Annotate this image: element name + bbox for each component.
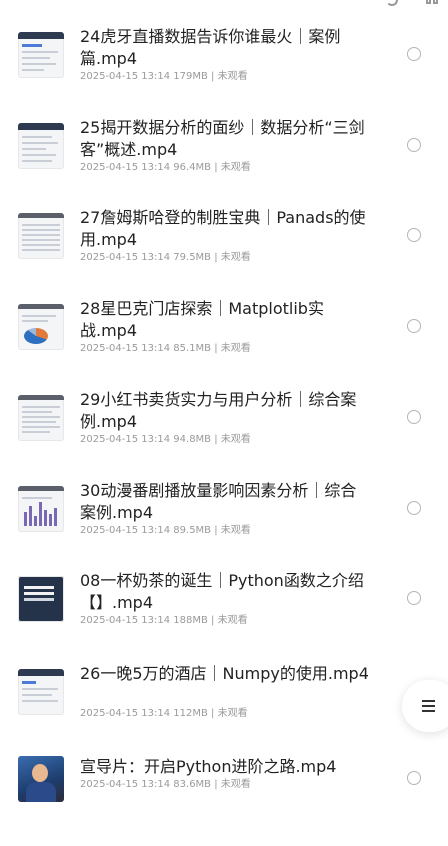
list-item[interactable]: 27詹姆斯哈登的制胜宝典｜Panads的使用.mp4 2025-04-15 13… [0,207,448,297]
video-title[interactable]: 08一杯奶茶的诞生｜Python函数之介绍【】.mp4 [80,570,372,614]
radio-unchecked-icon[interactable] [407,771,421,785]
list-item[interactable]: 宣导片：开启Python进阶之路.mp4 2025-04-15 13:14 83… [0,756,448,846]
video-title[interactable]: 24虎牙直播数据告诉你谁最火｜案例篇.mp4 [80,26,372,70]
video-meta: 2025-04-15 13:14 79.5MB | 未观看 [80,252,251,263]
radio-unchecked-icon[interactable] [407,591,421,605]
video-thumbnail[interactable] [18,395,64,441]
list-item[interactable]: 25揭开数据分析的面纱｜数据分析“三剑客”概述.mp4 2025-04-15 1… [0,117,448,207]
video-title[interactable]: 29小红书卖货实力与用户分析｜综合案例.mp4 [80,389,372,433]
video-meta: 2025-04-15 13:14 179MB | 未观看 [80,71,248,82]
radio-unchecked-icon[interactable] [407,410,421,424]
video-title[interactable]: 26一晚5万的酒店｜Numpy的使用.mp4 [80,663,372,685]
video-title[interactable]: 宣导片：开启Python进阶之路.mp4 [80,756,372,778]
list-item[interactable]: 08一杯奶茶的诞生｜Python函数之介绍【】.mp4 2025-04-15 1… [0,570,448,660]
floating-menu-button[interactable] [402,680,448,732]
list-item[interactable]: 24虎牙直播数据告诉你谁最火｜案例篇.mp4 2025-04-15 13:14 … [0,26,448,116]
list-item[interactable]: 29小红书卖货实力与用户分析｜综合案例.mp4 2025-04-15 13:14… [0,389,448,479]
video-title[interactable]: 30动漫番剧播放量影响因素分析｜综合案例.mp4 [80,480,372,524]
list-item[interactable]: 30动漫番剧播放量影响因素分析｜综合案例.mp4 2025-04-15 13:1… [0,480,448,570]
radio-unchecked-icon[interactable] [407,319,421,333]
video-thumbnail[interactable] [18,756,64,802]
radio-unchecked-icon[interactable] [407,138,421,152]
video-thumbnail[interactable] [18,486,64,532]
video-meta: 2025-04-15 13:14 112MB | 未观看 [80,708,248,719]
video-meta: 2025-04-15 13:14 89.5MB | 未观看 [80,525,251,536]
list-item[interactable]: 28星巴克门店探索｜Matplotlib实战.mp4 2025-04-15 13… [0,298,448,388]
video-title[interactable]: 25揭开数据分析的面纱｜数据分析“三剑客”概述.mp4 [80,117,372,161]
video-thumbnail[interactable] [18,213,64,259]
video-title[interactable]: 28星巴克门店探索｜Matplotlib实战.mp4 [80,298,372,342]
video-thumbnail[interactable] [18,669,64,715]
video-title[interactable]: 27詹姆斯哈登的制胜宝典｜Panads的使用.mp4 [80,207,372,251]
refresh-icon[interactable] [386,0,398,6]
video-meta: 2025-04-15 13:14 85.1MB | 未观看 [80,343,251,354]
menu-icon [422,700,435,713]
list-item[interactable]: 26一晚5万的酒店｜Numpy的使用.mp4 2025-04-15 13:14 … [0,663,448,753]
video-thumbnail[interactable] [18,304,64,350]
radio-unchecked-icon[interactable] [407,47,421,61]
video-thumbnail[interactable] [18,32,64,78]
video-meta: 2025-04-15 13:14 188MB | 未观看 [80,615,248,626]
video-thumbnail[interactable] [18,123,64,169]
radio-unchecked-icon[interactable] [407,228,421,242]
video-meta: 2025-04-15 13:14 83.6MB | 未观看 [80,779,251,790]
radio-unchecked-icon[interactable] [407,501,421,515]
video-meta: 2025-04-15 13:14 96.4MB | 未观看 [80,162,251,173]
video-thumbnail[interactable] [18,576,64,622]
video-meta: 2025-04-15 13:14 94.8MB | 未观看 [80,434,251,445]
grid-view-icon[interactable] [426,0,438,6]
top-toolbar [0,0,448,10]
